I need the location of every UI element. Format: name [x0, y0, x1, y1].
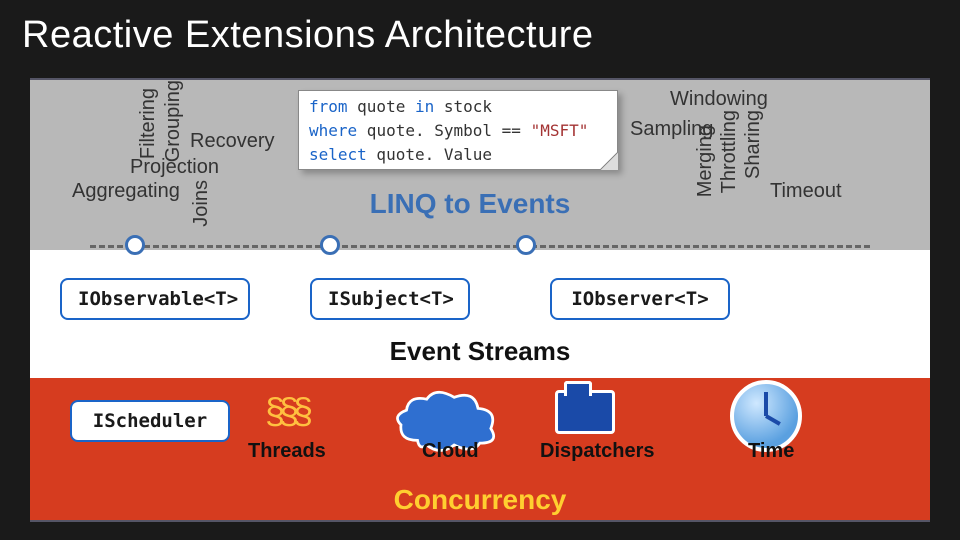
- word-aggregating: Aggregating: [72, 180, 180, 203]
- node-dot: [125, 235, 145, 255]
- word-windowing: Windowing: [670, 88, 768, 111]
- word-filtering: Filtering: [137, 88, 160, 159]
- code-text: quote: [348, 97, 415, 116]
- connector-line: [90, 245, 870, 248]
- page-title: Reactive Extensions Architecture: [0, 0, 960, 63]
- type-iobserver: IObserver<T>: [550, 278, 730, 320]
- node-dot: [516, 235, 536, 255]
- event-streams-title: Event Streams: [30, 336, 930, 367]
- code-text: stock: [434, 97, 492, 116]
- code-text: quote. Symbol ==: [357, 121, 530, 140]
- word-recovery: Recovery: [190, 130, 274, 153]
- code-kw-select: select: [309, 145, 367, 164]
- word-projection: Projection: [130, 156, 219, 179]
- word-joins: Joins: [190, 180, 213, 227]
- type-iobservable: IObservable<T>: [60, 278, 250, 320]
- node-dot: [320, 235, 340, 255]
- label-cloud: Cloud: [422, 440, 479, 463]
- dispatchers-icon: [555, 390, 615, 434]
- linq-title: LINQ to Events: [330, 188, 610, 220]
- threads-icon: §§§: [265, 390, 325, 432]
- code-text: quote. Value: [367, 145, 492, 164]
- diagram-stage: Filtering Grouping Recovery Projection A…: [30, 78, 930, 522]
- type-ischeduler: IScheduler: [70, 400, 230, 442]
- word-grouping: Grouping: [162, 80, 185, 162]
- page-curl-icon: [600, 152, 618, 170]
- type-isubject: ISubject<T>: [310, 278, 470, 320]
- word-timeout: Timeout: [770, 180, 842, 203]
- code-string: "MSFT": [531, 121, 589, 140]
- word-throttling: Throttling: [718, 110, 741, 193]
- word-merging: Merging: [694, 125, 717, 197]
- label-threads: Threads: [248, 440, 326, 463]
- code-snippet: from quote in stock where quote. Symbol …: [298, 90, 618, 170]
- concurrency-title: Concurrency: [30, 484, 930, 516]
- code-kw-in: in: [415, 97, 434, 116]
- code-kw-from: from: [309, 97, 348, 116]
- code-kw-where: where: [309, 121, 357, 140]
- label-time: Time: [748, 440, 794, 463]
- label-dispatchers: Dispatchers: [540, 440, 655, 463]
- word-sharing: Sharing: [742, 110, 765, 179]
